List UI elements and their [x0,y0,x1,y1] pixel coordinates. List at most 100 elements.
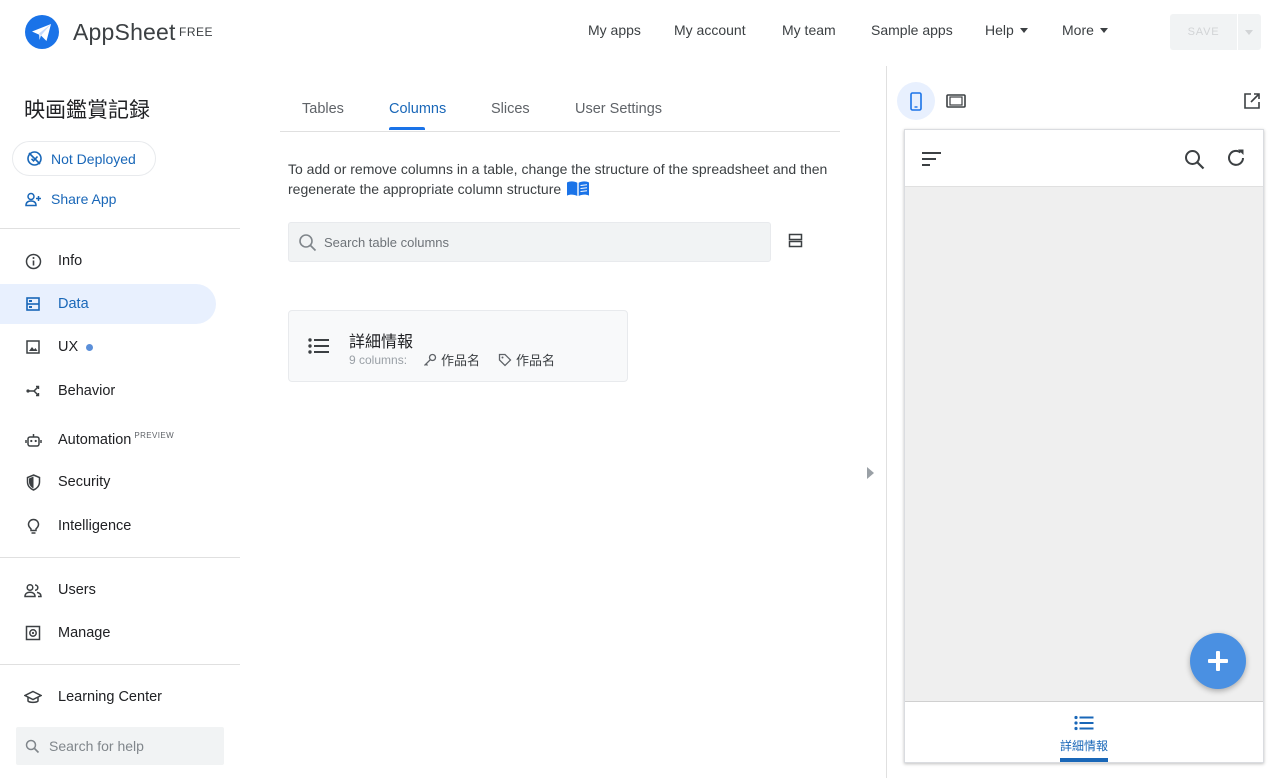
top-bar: AppSheet FREE My apps My account My team… [0,0,1280,64]
nav-more[interactable]: More [1062,22,1108,38]
preview-divider [886,66,887,778]
search-icon [25,739,40,754]
tablet-view-button[interactable] [937,82,975,120]
preview-app-bar [905,130,1263,187]
sidebar-item-label: UX [58,339,79,355]
sidebar-divider [0,664,240,665]
sidebar-item-label: Intelligence [58,518,132,534]
tab-tables[interactable]: Tables [302,101,344,117]
search-icon[interactable] [1184,149,1205,170]
nav-sample-apps[interactable]: Sample apps [871,22,953,38]
sidebar-item-ux[interactable]: UX [0,327,216,367]
save-button[interactable]: SAVE [1170,14,1237,50]
bottom-nav-tab-label[interactable]: 詳細情報 [905,737,1263,754]
help-search-placeholder: Search for help [49,738,144,754]
table-name: 詳細情報 [349,334,414,351]
sidebar-item-label: Behavior [58,383,116,399]
search-icon [298,233,317,252]
collapse-preview-arrow-icon[interactable] [867,467,874,479]
unsaved-changes-dot [86,343,94,351]
active-tab-indicator [389,127,425,130]
manage-icon [24,624,42,642]
robot-icon [24,431,42,449]
sidebar-item-data[interactable]: Data [0,284,216,324]
sidebar-item-label: Users [58,582,96,598]
column-search-input[interactable]: Search table columns [288,222,771,262]
columns-hint-text: To add or remove columns in a table, cha… [288,161,828,197]
sidebar-item-automation[interactable]: Automation PREVIEW [0,420,216,460]
tablet-icon [946,94,966,108]
nav-my-account[interactable]: My account [674,22,746,38]
caret-down-icon [1099,27,1108,33]
nav-my-account-label: My account [674,22,746,38]
sidebar-divider [0,228,240,229]
caret-down-icon [1019,27,1028,33]
share-app-link[interactable]: Share App [25,191,116,207]
app-name: 映画鑑賞記録 [24,99,150,122]
phone-view-button[interactable] [897,82,935,120]
column-search-placeholder: Search table columns [324,234,450,250]
data-icon [24,295,42,313]
sidebar-divider [0,557,240,558]
sidebar-item-label: Automation [58,432,132,448]
sidebar-item-security[interactable]: Security [0,462,216,502]
tab-slices[interactable]: Slices [491,101,530,117]
table-card[interactable]: 詳細情報 9 columns: 作品名 作品名 [288,310,628,382]
save-options-button[interactable] [1238,14,1261,50]
sidebar-item-label: Info [58,253,83,269]
share-person-icon [25,192,42,207]
key-column: 作品名 [441,353,481,368]
book-icon[interactable] [566,180,590,197]
key-icon [423,353,437,367]
sidebar-item-label: Manage [58,625,111,641]
sidebar-item-label: Learning Center [58,689,162,705]
label-column: 作品名 [516,353,556,368]
sidebar-item-manage[interactable]: Manage [0,613,216,653]
plan-badge: FREE [179,25,214,39]
appsheet-logo-icon[interactable] [25,15,59,49]
column-count: 9 columns: [349,352,408,367]
sidebar-item-label: Data [58,296,89,312]
nav-help[interactable]: Help [985,22,1028,38]
users-icon [24,581,42,599]
list-icon [308,337,330,355]
label-tag-icon [498,353,512,367]
view-layout-toggle-icon[interactable] [788,233,803,248]
share-app-label: Share App [51,191,117,207]
phone-preview: 詳細情報 [904,129,1264,763]
deploy-status-button[interactable]: Not Deployed [12,141,156,176]
nav-my-apps[interactable]: My apps [588,22,641,38]
sidebar-item-behavior[interactable]: Behavior [0,371,216,411]
refresh-icon[interactable] [1225,147,1247,169]
plus-icon [1207,650,1229,672]
tab-user-settings[interactable]: User Settings [575,101,662,117]
nav-my-team[interactable]: My team [782,22,836,38]
nav-my-team-label: My team [782,22,836,38]
sidebar-item-users[interactable]: Users [0,570,216,610]
nav-help-label: Help [985,22,1014,38]
preview-bottom-nav: 詳細情報 [905,701,1263,762]
preview-badge: PREVIEW [134,430,175,440]
sidebar-item-intelligence[interactable]: Intelligence [0,506,216,546]
tab-columns[interactable]: Columns [389,101,446,117]
columns-hint: To add or remove columns in a table, cha… [288,159,828,199]
brand-name: AppSheet [73,19,176,45]
sort-menu-icon[interactable] [922,151,942,167]
nav-my-apps-label: My apps [588,22,641,38]
add-fab-button[interactable] [1190,633,1246,689]
active-bottom-tab-indicator [1060,758,1108,762]
caret-down-icon [1245,30,1253,35]
data-tabs: Tables Columns Slices User Settings [280,88,840,132]
lightbulb-icon [24,517,42,535]
deploy-status-label: Not Deployed [51,150,136,167]
list-icon[interactable] [1074,715,1094,731]
table-meta: 9 columns: 作品名 作品名 [349,350,555,369]
sidebar-item-label: Security [58,474,111,490]
ux-icon [24,338,42,356]
sidebar-item-info[interactable]: Info [0,241,216,281]
graduation-cap-icon [24,688,42,706]
sidebar-item-learning-center[interactable]: Learning Center [0,677,216,717]
help-search-input[interactable]: Search for help [16,727,224,765]
open-in-new-icon[interactable] [1243,92,1261,110]
nav-sample-apps-label: Sample apps [871,22,953,38]
